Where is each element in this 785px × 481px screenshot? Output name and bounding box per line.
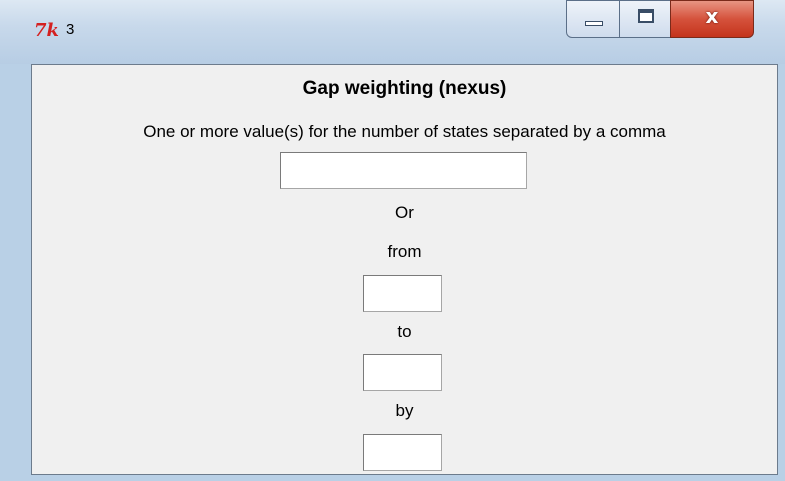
to-label: to bbox=[397, 322, 412, 341]
by-input[interactable] bbox=[363, 434, 442, 471]
dialog-heading: Gap weighting (nexus) bbox=[302, 78, 507, 99]
values-input[interactable] bbox=[280, 152, 527, 189]
by-label: by bbox=[395, 401, 414, 420]
close-button[interactable]: x bbox=[670, 0, 754, 38]
minimize-icon bbox=[585, 21, 603, 26]
tk-feather-icon: 7k bbox=[34, 20, 59, 41]
maximize-button[interactable] bbox=[619, 0, 671, 38]
minimize-button[interactable] bbox=[566, 0, 620, 38]
app-window: 7k 3 x Gap weighting (nexus) One or more… bbox=[0, 0, 785, 481]
from-label: from bbox=[387, 242, 422, 261]
close-icon: x bbox=[705, 4, 719, 28]
window-title: 3 bbox=[66, 21, 75, 38]
title-bar[interactable]: 7k 3 x bbox=[0, 0, 785, 64]
maximize-icon bbox=[638, 9, 654, 23]
instruction-text: One or more value(s) for the number of s… bbox=[143, 122, 666, 141]
or-label: Or bbox=[395, 203, 414, 222]
to-input[interactable] bbox=[363, 354, 442, 391]
from-input[interactable] bbox=[363, 275, 442, 312]
dialog-body: Gap weighting (nexus) One or more value(… bbox=[31, 64, 778, 475]
